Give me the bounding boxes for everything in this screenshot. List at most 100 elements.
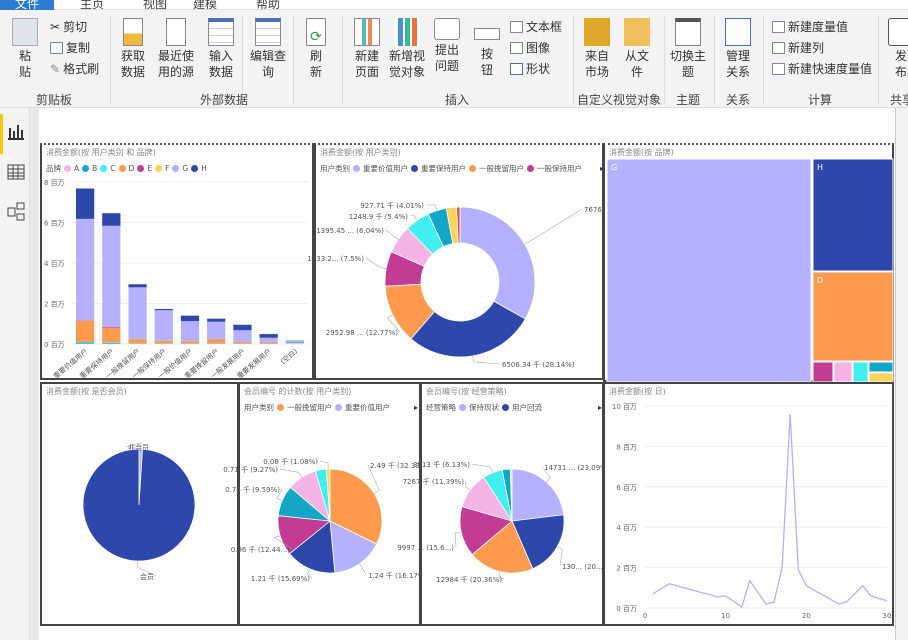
group-insert-label: 插入 [445,93,470,107]
cut-label: 剪切 [63,20,88,34]
manage-relationships-button[interactable]: 管理关系 [722,18,754,80]
folder-chart-icon [624,18,650,46]
bar-segment [233,341,252,344]
quick-measure-icon [772,62,785,75]
from-file-button[interactable]: 从文件 [622,18,652,80]
bar-segment [76,320,95,342]
shapes-label: 形状 [526,62,551,76]
cut-button[interactable]: ✂ 剪切 [50,18,87,35]
new-quick-measure-label: 新建快速度量值 [788,62,873,76]
bar-segment [285,342,304,344]
button-cursor-icon [474,28,500,40]
refresh-button[interactable]: ⟳ 刷新 [304,18,328,80]
ribbon-tabs: 文件 主页 视图 建模 帮助 [0,0,908,11]
new-quick-measure-button[interactable]: 新建快速度量值 [772,60,872,77]
group-share-label: 共享 [890,93,908,107]
bar-segment [285,339,304,341]
divider [110,16,111,104]
y-tick-label: 8 百万 [616,443,637,451]
relationships-icon [725,18,751,46]
donut-chart-visual[interactable]: 消费金额(按 用户类别) 用户类别 重要价值用户 重要保持用户 一般挽留用户 一般保持用… [307,143,648,380]
group-custom-visuals-label: 自定义视觉对象 [577,93,662,107]
ask-question-label: 提出问题 [434,43,459,73]
divider [342,16,343,104]
bar-chart-svg: 0 百万2 百万4 百万6 百万8 百万重要价值用户重要保持用户一般挽留用户一般… [44,179,308,381]
pie-chart-member-count-visual[interactable]: 会员编号 的计数(按 用户类别) 用户类别 一般挽留用户 重要价值用户 ▸ 2.49 … [223,382,429,626]
treemap-tile [833,361,853,383]
buttons-button[interactable]: 按钮 [472,18,502,78]
y-tick-label: 8 百万 [44,179,65,187]
copy-icon [50,41,63,54]
report-view-icon[interactable] [7,122,25,140]
new-column-button[interactable]: 新建列 [772,39,824,56]
bar-segment [285,342,304,343]
fields-pane-collapsed[interactable] [895,108,908,640]
ask-question-button[interactable]: 提出问题 [432,18,462,74]
textbox-icon [510,20,523,33]
donut-chart-svg: 7676.8 千 (33.2%)6506.34 千 (28.14%)2952.9… [307,201,648,369]
bar-segment [102,225,121,327]
data-line [652,414,888,609]
pie-chart-membership-visual[interactable]: 消费金额(按 是否会员) 非会员 会员 [40,382,239,626]
new-measure-label: 新建度量值 [788,20,849,34]
bar-segment [128,287,147,339]
new-visual-button[interactable]: 新增视觉对象 [388,18,426,80]
switch-theme-label: 切换主题 [670,49,707,79]
recent-sources-button[interactable]: 最近使用的源 [156,18,196,80]
publish-button[interactable]: 发布 [886,18,908,80]
from-file-label: 从文件 [624,49,649,79]
data-view-icon[interactable] [7,163,25,181]
view-switcher [0,108,30,640]
bar-segment [76,218,95,321]
data-label: 1.21 千 (15.69%) [251,574,310,583]
bar-segment [207,321,226,339]
bar-segment [128,284,147,288]
new-measure-button[interactable]: 新建度量值 [772,18,848,35]
copy-button[interactable]: 复制 [50,39,90,56]
paste-button[interactable]: 粘贴 [12,18,38,80]
data-label: 0.71 千 (9.27%) [223,465,278,474]
shapes-button[interactable]: 形状 [510,60,550,77]
leader-line [365,257,387,269]
enter-data-button[interactable]: 输入数据 [206,18,236,80]
bar-segment [102,327,121,329]
pie-slice [459,206,536,320]
document-db-icon [123,18,143,46]
group-external-data-label: 外部数据 [200,93,249,107]
ribbon: 粘贴 ✂ 剪切 复制 ✎ 格式刷 剪贴板 获取数据 最近使用的源 输入数据 编辑查询… [0,10,908,108]
treemap-visual[interactable]: 消费金额(按 品牌) GHD [603,143,894,383]
bar-segment [180,315,200,322]
pie-chart-svg: 非会员会员 [82,442,196,581]
bar-segment [102,328,121,343]
format-painter-button[interactable]: ✎ 格式刷 [50,60,99,77]
pie-chart-strategy-visual[interactable]: 会员编号(按 经营策略) 经营策略 保持现状 用户回流 ▸ 14731 ... (23… [397,382,610,626]
brush-icon: ✎ [50,61,61,76]
data-label: 130... (20...) [562,563,606,571]
model-view-icon[interactable] [7,202,25,221]
divider [573,16,574,104]
data-label: 1395.45 ... (6.04%) [316,227,384,235]
treemap-tile [868,361,894,373]
data-label: 0.96 千 (12.44...) [231,545,290,554]
edit-queries-button[interactable]: 编辑查询 [250,18,286,80]
from-marketplace-button[interactable]: 来自市场 [582,18,612,80]
textbox-label: 文本框 [526,20,563,34]
bar-segment [128,339,147,344]
shapes-icon [510,62,523,75]
tab-file[interactable]: 文件 [0,0,54,11]
copy-label: 复制 [66,41,91,55]
format-painter-label: 格式刷 [63,62,100,76]
new-page-button[interactable]: 新建页面 [350,18,384,80]
get-data-label: 获取数据 [120,49,145,79]
stacked-bar-chart-visual[interactable]: 消费金额(按 用户类别 和 品牌) 品牌 A B C D E F G H 0 百万 2 百万 4 百… [40,143,314,381]
bar-segment [207,318,226,322]
textbox-button[interactable]: 文本框 [510,18,562,35]
x-tick-label: 10 [721,612,730,620]
line-chart-visual[interactable]: 消费金额(按 日) 0 百万 2 百万 4 百万 6 百万 8 百万 10 百万 0 10 20… [603,382,894,626]
switch-theme-button[interactable]: 切换主题 [670,18,706,80]
get-data-button[interactable]: 获取数据 [116,18,150,80]
bar-segment [102,213,121,226]
active-view-indicator [0,114,3,154]
image-button[interactable]: 图像 [510,39,550,56]
leader-line [524,208,583,245]
